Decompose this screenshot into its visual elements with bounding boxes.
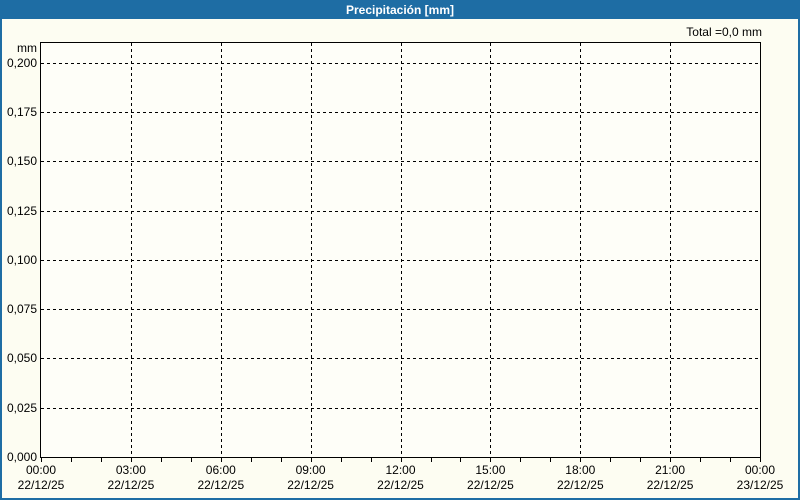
y-tick-label: 0,150 <box>6 154 37 169</box>
x-axis-minor-tick <box>100 458 102 462</box>
x-axis-minor-tick <box>610 458 612 462</box>
x-tick-date: 22/12/25 <box>17 478 65 492</box>
x-axis-minor-tick <box>580 458 582 462</box>
chart-title: Precipitación [mm] <box>345 3 455 17</box>
x-tick-label: 18:00 22/12/25 <box>543 463 617 493</box>
x-gridline <box>400 43 402 457</box>
x-gridline <box>670 43 672 457</box>
x-tick-time: 09:00 <box>295 463 326 477</box>
total-annotation: Total =0,0 mm <box>686 25 762 39</box>
x-axis-minor-tick <box>730 458 731 462</box>
x-tick-label: 15:00 22/12/25 <box>453 463 527 493</box>
x-tick-date: 22/12/25 <box>197 478 245 492</box>
x-axis-minor-tick <box>370 458 372 462</box>
x-axis-minor-tick <box>550 458 552 462</box>
y-tick-label: 0,025 <box>6 400 37 415</box>
x-gridline <box>130 43 132 457</box>
y-tick-label: 0,125 <box>6 203 37 218</box>
x-axis-minor-tick <box>400 458 402 462</box>
x-tick-time: 15:00 <box>475 463 506 477</box>
x-axis-minor-tick <box>640 458 642 462</box>
y-tick-label: 0,175 <box>6 105 37 119</box>
x-axis-minor-tick <box>250 458 252 462</box>
precipitation-chart-panel: Precipitación [mm] Total =0,0 mm mm 0,20… <box>0 0 800 500</box>
x-tick-time: 00:00 <box>744 463 776 477</box>
x-tick-time: 06:00 <box>205 463 236 477</box>
x-tick-time: 18:00 <box>565 463 596 477</box>
x-tick-label: 03:00 22/12/25 <box>94 463 168 493</box>
x-gridline <box>220 43 222 457</box>
x-tick-date: 22/12/25 <box>287 478 334 492</box>
x-tick-date: 22/12/25 <box>556 478 604 492</box>
x-gridline <box>580 43 582 457</box>
x-axis-minor-tick <box>700 458 702 462</box>
plot-area <box>40 42 761 458</box>
x-tick-label: 06:00 22/12/25 <box>184 463 258 493</box>
x-gridline <box>490 43 492 457</box>
x-axis-minor-tick <box>190 458 192 462</box>
x-axis-minor-tick <box>130 458 132 462</box>
x-axis-minor-tick <box>430 458 432 462</box>
x-tick-date: 23/12/25 <box>736 478 784 492</box>
x-axis-minor-tick <box>160 458 162 462</box>
x-axis-minor-tick <box>340 458 342 462</box>
x-tick-date: 22/12/25 <box>107 478 155 492</box>
y-tick-label: 0,200 <box>6 55 37 70</box>
x-axis-minor-tick <box>520 458 522 462</box>
x-tick-label: 12:00 22/12/25 <box>364 463 438 493</box>
x-axis-minor-tick <box>490 458 492 462</box>
x-tick-date: 22/12/25 <box>467 478 514 492</box>
x-tick-date: 22/12/25 <box>377 478 424 492</box>
y-axis-unit-label: mm <box>17 41 37 55</box>
x-tick-label: 00:00 23/12/25 <box>723 463 797 493</box>
x-tick-time: 21:00 <box>655 463 686 477</box>
x-axis-minor-tick <box>460 458 462 462</box>
x-gridline <box>310 43 312 457</box>
x-axis-minor-tick <box>41 458 42 462</box>
x-tick-label: 00:00 22/12/25 <box>4 463 78 493</box>
x-axis-minor-tick <box>280 458 282 462</box>
x-tick-time: 12:00 <box>385 463 416 477</box>
y-tick-label: 0,075 <box>6 302 37 317</box>
x-axis-minor-tick <box>310 458 312 462</box>
x-tick-time: 00:00 <box>25 463 57 477</box>
y-tick-label: 0,100 <box>6 252 37 267</box>
x-tick-time: 03:00 <box>115 463 146 477</box>
x-axis-minor-tick <box>220 458 222 462</box>
y-tick-label: 0,050 <box>6 351 37 366</box>
x-tick-label: 09:00 22/12/25 <box>274 463 348 493</box>
x-tick-label: 21:00 22/12/25 <box>633 463 707 493</box>
x-axis-minor-tick <box>71 458 72 462</box>
x-axis-minor-tick <box>760 458 761 462</box>
x-axis-minor-tick <box>670 458 672 462</box>
x-tick-date: 22/12/25 <box>646 478 694 492</box>
y-tick-label: 0,000 <box>6 450 37 464</box>
chart-title-bar: Precipitación [mm] <box>2 2 798 19</box>
